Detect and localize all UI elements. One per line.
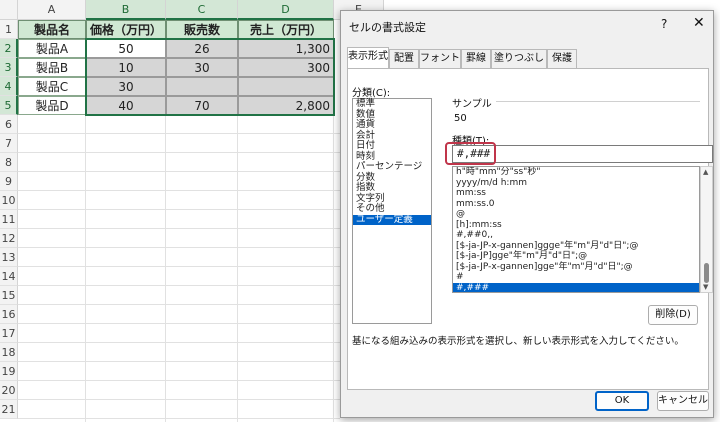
list-item[interactable]: @: [453, 209, 699, 220]
format-list-scrollbar[interactable]: ▲ ▼: [700, 166, 713, 293]
row-header-18[interactable]: 18: [0, 343, 18, 362]
delete-button[interactable]: 削除(D): [648, 305, 698, 325]
row-header-17[interactable]: 17: [0, 324, 18, 343]
table-cell-name[interactable]: 製品D: [18, 96, 86, 115]
row-header-4[interactable]: 4: [0, 77, 18, 96]
ok-button[interactable]: OK: [595, 391, 649, 411]
header-cell-price[interactable]: 価格（万円）: [86, 20, 166, 39]
sample-label: サンプル: [452, 99, 492, 110]
list-item[interactable]: 日付: [353, 140, 431, 152]
table-cell-quantity[interactable]: 30: [166, 58, 238, 77]
row-header-16[interactable]: 16: [0, 305, 18, 324]
row-header-21[interactable]: 21: [0, 400, 18, 419]
table-cell-price[interactable]: 50: [86, 39, 166, 58]
row-header-12[interactable]: 12: [0, 229, 18, 248]
row-header-9[interactable]: 9: [0, 172, 18, 191]
table-cell-sales[interactable]: 1,300: [238, 39, 334, 58]
help-icon[interactable]: ?: [661, 17, 667, 31]
list-item[interactable]: mm:ss: [453, 188, 699, 199]
column-header-b[interactable]: B: [86, 0, 166, 20]
description-text: 基になる組み込みの表示形式を選択し、新しい表示形式を入力してください。: [352, 336, 684, 347]
row-header-15[interactable]: 15: [0, 286, 18, 305]
list-item[interactable]: 通貨: [353, 119, 431, 131]
sample-group: サンプル 50: [446, 95, 700, 131]
table-cell-quantity[interactable]: [166, 77, 238, 96]
cancel-button[interactable]: キャンセル: [657, 391, 709, 411]
list-item[interactable]: その他: [353, 203, 431, 215]
close-icon[interactable]: ✕: [693, 15, 705, 31]
list-item[interactable]: mm:ss.0: [453, 199, 699, 210]
table-cell-sales[interactable]: 2,800: [238, 96, 334, 115]
table-cell-sales[interactable]: 300: [238, 58, 334, 77]
grid-area[interactable]: [18, 115, 340, 422]
tab-fill[interactable]: 塗りつぶし: [491, 49, 547, 69]
column-header-d[interactable]: D: [238, 0, 334, 20]
row-header-7[interactable]: 7: [0, 134, 18, 153]
category-list[interactable]: 標準 数値 通貨 会計 日付 時刻 パーセンテージ 分数 指数 文字列 その他 …: [352, 98, 432, 324]
column-header-a[interactable]: A: [18, 0, 86, 20]
table-cell-price[interactable]: 30: [86, 77, 166, 96]
row-header-20[interactable]: 20: [0, 381, 18, 400]
list-item-selected[interactable]: ユーザー定義: [353, 214, 431, 225]
format-list[interactable]: h"時"mm"分"ss"秒" yyyy/m/d h:mm mm:ss mm:ss…: [452, 166, 700, 293]
row-header-11[interactable]: 11: [0, 210, 18, 229]
list-item[interactable]: [$-ja-JP]gge"年"m"月"d"日";@: [453, 251, 699, 262]
list-item[interactable]: h"時"mm"分"ss"秒": [453, 167, 699, 178]
scroll-thumb[interactable]: [704, 263, 709, 283]
row-header-2[interactable]: 2: [0, 39, 18, 58]
row-header-5[interactable]: 5: [0, 96, 18, 115]
group-divider: [496, 101, 700, 102]
table-cell-name[interactable]: 製品C: [18, 77, 86, 96]
header-cell-product[interactable]: 製品名: [18, 20, 86, 39]
tab-number[interactable]: 表示形式: [347, 47, 389, 69]
header-cell-sales[interactable]: 売上（万円）: [238, 20, 334, 39]
row-header-8[interactable]: 8: [0, 153, 18, 172]
list-item[interactable]: 指数: [353, 182, 431, 194]
table-cell-quantity[interactable]: 26: [166, 39, 238, 58]
tab-font[interactable]: フォント: [419, 49, 461, 69]
row-header-1[interactable]: 1: [0, 20, 18, 39]
list-item[interactable]: #,##0,,: [453, 230, 699, 241]
row-header-13[interactable]: 13: [0, 248, 18, 267]
header-cell-quantity[interactable]: 販売数: [166, 20, 238, 39]
scroll-up-icon[interactable]: ▲: [703, 168, 708, 176]
tab-protection[interactable]: 保護: [547, 49, 577, 69]
list-item[interactable]: yyyy/m/d h:mm: [453, 178, 699, 189]
format-cells-dialog: セルの書式設定 ? ✕ 表示形式 配置 フォント 罫線 塗りつぶし 保護 分類(…: [340, 10, 714, 418]
list-item[interactable]: [h]:mm:ss: [453, 220, 699, 231]
category-label: 分類(C):: [352, 88, 391, 99]
list-item[interactable]: [$-ja-JP-x-gannen]ggge"年"m"月"d"日";@: [453, 241, 699, 252]
list-item[interactable]: 標準: [353, 98, 431, 110]
table-cell-price[interactable]: 40: [86, 96, 166, 115]
number-tab-panel: 分類(C): 標準 数値 通貨 会計 日付 時刻 パーセンテージ 分数 指数 文…: [347, 68, 713, 390]
list-item[interactable]: パーセンテージ: [353, 161, 431, 173]
row-header-6[interactable]: 6: [0, 115, 18, 134]
row-header-3[interactable]: 3: [0, 58, 18, 77]
tab-alignment[interactable]: 配置: [389, 49, 419, 69]
list-item-selected[interactable]: #,###: [453, 282, 699, 292]
column-header-c[interactable]: C: [166, 0, 238, 20]
dialog-title: セルの書式設定: [349, 21, 426, 34]
sample-value: 50: [454, 113, 467, 124]
list-item[interactable]: [$-ja-JP-x-gannen]gge"年"m"月"d"日";@: [453, 262, 699, 273]
table-cell-sales[interactable]: [238, 77, 334, 96]
scroll-down-icon[interactable]: ▼: [703, 283, 708, 291]
table-cell-name[interactable]: 製品B: [18, 58, 86, 77]
row-header-10[interactable]: 10: [0, 191, 18, 210]
row-header-14[interactable]: 14: [0, 267, 18, 286]
table-cell-quantity[interactable]: 70: [166, 96, 238, 115]
tab-border[interactable]: 罫線: [461, 49, 491, 69]
list-item[interactable]: #: [453, 272, 699, 283]
table-cell-price[interactable]: 10: [86, 58, 166, 77]
select-all-corner[interactable]: [0, 0, 18, 20]
row-header-19[interactable]: 19: [0, 362, 18, 381]
table-cell-name[interactable]: 製品A: [18, 39, 86, 58]
type-input[interactable]: #,###: [452, 145, 713, 163]
